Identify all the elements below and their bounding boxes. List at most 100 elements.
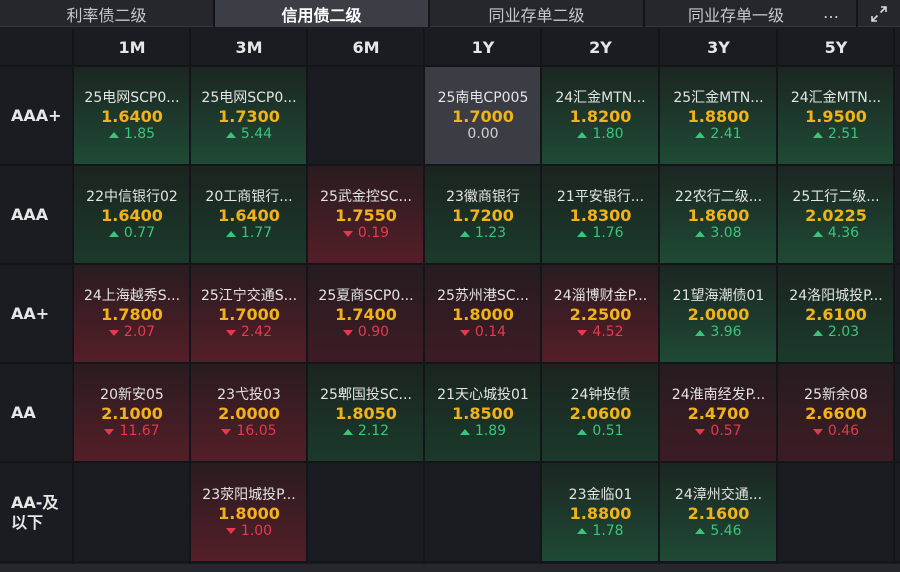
triangle-up-icon: [342, 428, 353, 435]
bond-cell[interactable]: 25汇金MTN... 1.8800 2.41: [660, 67, 777, 165]
bond-cell[interactable]: 24汇金MTN... 1.9500 2.51: [778, 67, 894, 165]
triangle-up-icon: [577, 428, 588, 435]
bond-change: 1.89: [459, 423, 506, 440]
bond-change: 3.96: [695, 324, 742, 341]
bond-change: 4.36: [812, 225, 859, 242]
column-header-3m: 3M: [235, 38, 263, 57]
tab-ncd-primary[interactable]: 同业存单一级 …: [645, 0, 856, 27]
grid-divider: [540, 29, 542, 572]
bond-cell[interactable]: 22农行二级... 1.8600 3.08: [660, 166, 777, 264]
bond-change: 0.77: [108, 225, 155, 242]
bond-name: 23弋投03: [217, 387, 281, 403]
bond-cell[interactable]: 20工商银行... 1.6400 1.77: [191, 166, 307, 264]
bond-yield: 2.0000: [687, 305, 750, 324]
bond-yield: 2.1000: [101, 404, 163, 423]
bond-yield: 1.8800: [569, 503, 632, 523]
bond-cell[interactable]: 21天心城投01 1.8500 1.89: [425, 364, 541, 462]
bond-cell[interactable]: 25苏州港SC... 1.8000 0.14: [425, 265, 541, 363]
bond-cell[interactable]: 25新余08 2.6600 0.46: [778, 364, 894, 462]
bond-cell[interactable]: 23徽商银行 1.7200 1.23: [425, 166, 541, 264]
bond-cell[interactable]: 25南电CP005 1.7000 0.00: [425, 67, 541, 165]
empty-cell: [778, 463, 894, 562]
bond-cell[interactable]: 24汇金MTN... 1.8200 1.80: [542, 67, 659, 165]
bond-name: 23荥阳城投P...: [202, 486, 296, 503]
more-icon[interactable]: …: [823, 3, 840, 22]
bond-yield: 1.6400: [101, 206, 163, 225]
column-header-3y: 3Y: [707, 38, 730, 57]
bond-cell[interactable]: 24洛阳城投P... 2.6100 2.03: [778, 265, 894, 363]
grid-divider: [893, 29, 895, 572]
change-value: 5.44: [240, 126, 273, 142]
bond-cell[interactable]: 23荥阳城投P... 1.8000 1.00: [191, 463, 307, 562]
bond-cell[interactable]: 25江宁交通S... 1.7000 2.42: [191, 265, 307, 363]
bond-name: 20新安05: [100, 387, 164, 403]
bond-cell[interactable]: 25电网SCP0... 1.7300 5.44: [191, 67, 307, 165]
bond-cell[interactable]: 24淮南经发P... 2.4700 0.57: [660, 364, 777, 462]
column-header-6m: 6M: [352, 38, 380, 57]
bond-yield: 1.8300: [569, 206, 632, 225]
expand-button[interactable]: [856, 0, 900, 27]
bond-yield: 1.8600: [687, 206, 750, 225]
change-value: 3.96: [710, 324, 742, 340]
change-value: 0.57: [710, 423, 742, 439]
bond-name: 25工行二级...: [792, 189, 880, 205]
bond-cell[interactable]: 25郫国投SC... 1.8050 2.12: [308, 364, 424, 462]
column-header-5y: 5Y: [824, 38, 848, 57]
triangle-up-icon: [577, 131, 588, 138]
bond-cell[interactable]: 20新安05 2.1000 11.67: [74, 364, 190, 462]
triangle-up-icon: [695, 528, 706, 534]
bond-cell[interactable]: 25工行二级... 2.0225 4.36: [778, 166, 894, 264]
bond-cell[interactable]: 24淄博财金P... 2.2500 4.52: [542, 265, 659, 363]
change-value: 2.41: [710, 126, 742, 142]
bond-cell[interactable]: 25武金控SC... 1.7550 0.19: [308, 166, 424, 264]
triangle-down-icon: [225, 329, 236, 336]
bond-cell[interactable]: 24漳州交通... 2.1600 5.46: [660, 463, 777, 562]
bond-change: 1.78: [577, 523, 624, 540]
bond-name: 25夏商SCP0...: [318, 288, 414, 304]
grid-divider: [0, 65, 900, 67]
bond-yield: 1.6400: [101, 107, 163, 126]
tab-rate-bond-secondary[interactable]: 利率债二级: [0, 0, 215, 27]
triangle-down-icon: [577, 329, 588, 336]
bond-change: 0.14: [459, 324, 506, 341]
bond-cell[interactable]: 25电网SCP0... 1.6400 1.85: [74, 67, 190, 165]
bond-cell[interactable]: 23弋投03 2.0000 16.05: [191, 364, 307, 462]
bond-name: 25电网SCP0...: [84, 90, 180, 106]
bond-name: 22农行二级...: [674, 189, 763, 205]
change-value: 1.23: [474, 225, 507, 241]
bond-change: 2.12: [342, 423, 389, 440]
bond-cell[interactable]: 22中信银行02 1.6400 0.77: [74, 166, 190, 264]
bond-change: 0.57: [695, 423, 742, 440]
tab-credit-bond-secondary[interactable]: 信用债二级: [215, 0, 430, 27]
bond-change: 2.03: [812, 324, 859, 341]
horizontal-scrollbar[interactable]: [0, 564, 900, 572]
change-value: 3.08: [710, 225, 742, 241]
bond-cell[interactable]: 24上海越秀S... 1.7800 2.07: [74, 265, 190, 363]
bond-cell[interactable]: 21望海潮债01 2.0000 3.96: [660, 265, 777, 363]
bond-name: 24上海越秀S...: [83, 288, 181, 304]
bond-cell[interactable]: 24钟投债 2.0600 0.51: [542, 364, 659, 462]
change-value: 0.90: [357, 324, 390, 340]
bond-cell[interactable]: 21平安银行... 1.8300 1.76: [542, 166, 659, 264]
grid-divider: [72, 29, 74, 572]
triangle-down-icon: [812, 428, 823, 435]
empty-cell: [308, 67, 424, 165]
triangle-down-icon: [459, 329, 470, 336]
bond-change: 1.77: [225, 225, 272, 242]
bond-cell[interactable]: 25夏商SCP0... 1.7400 0.90: [308, 265, 424, 363]
bond-yield: 1.7000: [452, 107, 514, 126]
bond-yield: 2.0225: [805, 206, 867, 225]
triangle-up-icon: [459, 428, 470, 435]
empty-cell: [308, 463, 424, 562]
bond-name: 24淄博财金P...: [553, 288, 648, 304]
empty-cell: [425, 463, 541, 562]
bond-cell[interactable]: 23金临01 1.8800 1.78: [542, 463, 659, 562]
tab-ncd-secondary[interactable]: 同业存单二级: [430, 0, 645, 27]
bond-name: 25武金控SC...: [320, 189, 412, 205]
triangle-up-icon: [577, 528, 588, 534]
bond-change: 0.19: [342, 225, 389, 242]
yield-matrix: 1M 3M 6M 1Y 2Y 3Y 5Y AAA+ 25电网SCP0... 1.6400 1.85 2…: [0, 29, 900, 572]
bond-name: 25新余08: [804, 387, 868, 403]
bond-yield: 2.6600: [805, 404, 867, 423]
change-value: 11.67: [119, 423, 160, 439]
